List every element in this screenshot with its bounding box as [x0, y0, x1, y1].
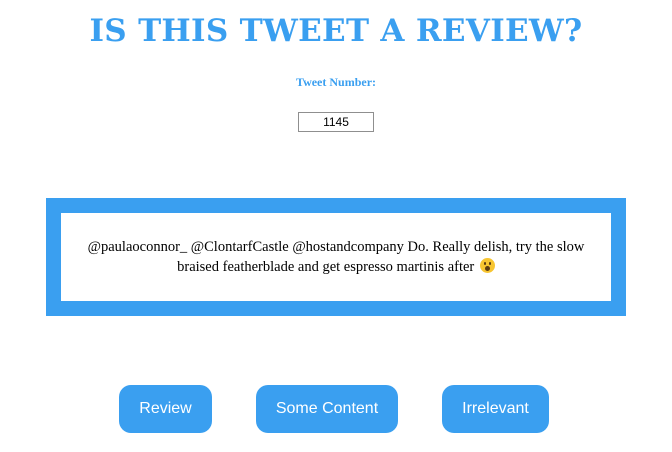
tweet-content: @paulaoconnor_ @ClontarfCastle @hostandc…	[86, 237, 586, 277]
tweet-text: @paulaoconnor_ @ClontarfCastle @hostandc…	[87, 239, 585, 275]
tweet-number-label: Tweet Number:	[295, 75, 377, 89]
tweet-box: @paulaoconnor_ @ClontarfCastle @hostandc…	[61, 213, 611, 301]
irrelevant-button[interactable]: Irrelevant	[442, 385, 549, 433]
tweet-number-input[interactable]	[298, 112, 374, 132]
page: IS THIS TWEET A REVIEW? Tweet Number: @p…	[0, 0, 672, 452]
astonished-face-icon	[479, 258, 495, 273]
tweet-frame: @paulaoconnor_ @ClontarfCastle @hostandc…	[46, 198, 626, 316]
page-title: IS THIS TWEET A REVIEW?	[89, 13, 583, 49]
some-content-button[interactable]: Some Content	[256, 385, 398, 433]
review-button[interactable]: Review	[119, 385, 212, 433]
